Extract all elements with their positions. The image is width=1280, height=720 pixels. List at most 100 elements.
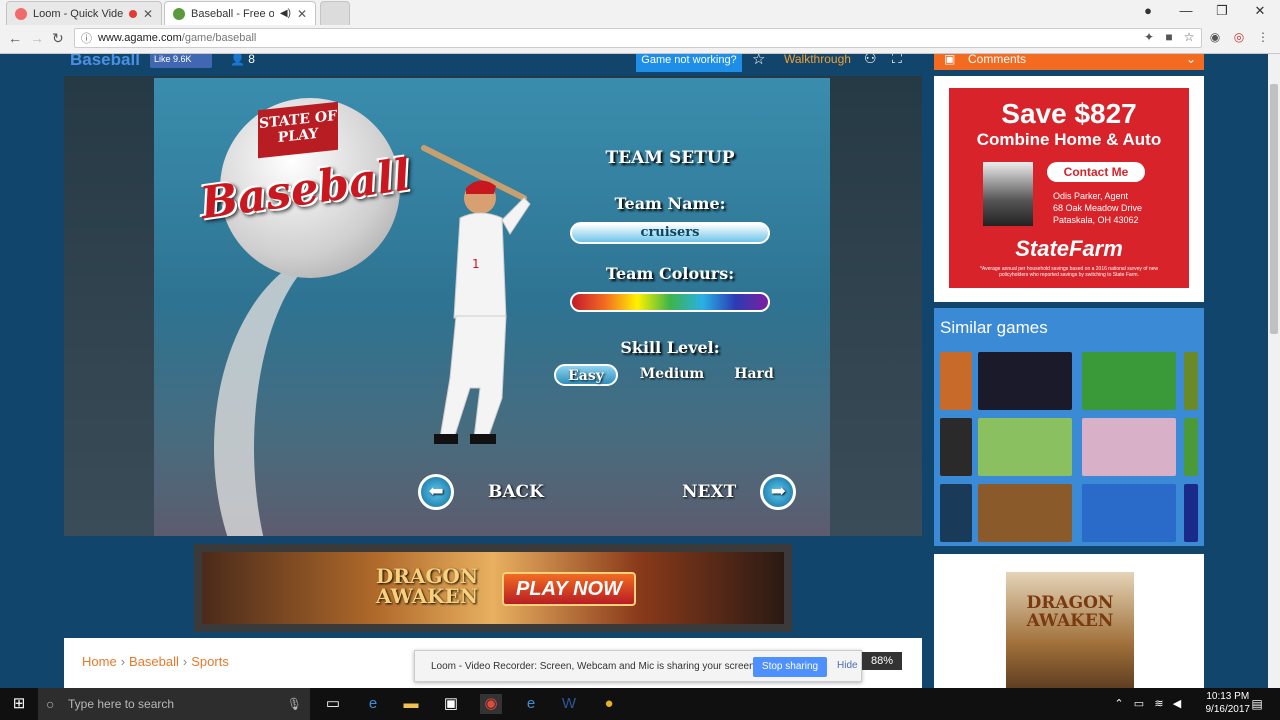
edge-icon[interactable]: e <box>362 694 384 714</box>
walkthrough-link[interactable]: Walkthrough <box>784 54 851 66</box>
statefarm-ad-box: Save $827 Combine Home & Auto Contact Me… <box>934 76 1204 302</box>
volume-icon[interactable]: ◀ <box>1166 694 1188 714</box>
similar-games-panel: Similar games <box>934 308 1204 546</box>
breadcrumb-home[interactable]: Home <box>82 654 117 669</box>
word-icon[interactable]: W <box>558 694 580 714</box>
team-name-input[interactable]: cruisers <box>570 222 770 244</box>
url-domain: www.agame.com <box>98 32 182 44</box>
store-icon[interactable]: ▣ <box>440 694 462 714</box>
microphone-icon[interactable]: 🎙 <box>287 688 302 720</box>
game-thumbnail[interactable] <box>1082 418 1176 476</box>
tab-loom[interactable]: Loom - Quick Videos ✕ <box>6 1 162 25</box>
scrollbar[interactable] <box>1268 54 1280 688</box>
ad-subheadline: Combine Home & Auto <box>976 130 1162 149</box>
close-icon[interactable]: ✕ <box>143 7 153 21</box>
agent-info: Odis Parker, Agent 68 Oak Meadow Drive P… <box>1053 190 1142 226</box>
loom-extension-icon[interactable]: ◎ <box>1232 30 1246 44</box>
info-icon[interactable]: ⓘ <box>81 30 92 46</box>
file-explorer-icon[interactable]: ▬ <box>400 694 422 714</box>
game-thumbnail[interactable] <box>978 352 1072 410</box>
loom-sharing-bar: Loom - Video Recorder: Screen, Webcam an… <box>414 650 862 682</box>
contact-me-button[interactable]: Contact Me <box>1047 162 1145 182</box>
search-placeholder: Type here to search <box>68 697 175 711</box>
game-title[interactable]: Baseball <box>70 54 140 70</box>
stop-sharing-button[interactable]: Stop sharing <box>753 657 827 677</box>
extension-icon[interactable]: ◉ <box>1208 30 1222 44</box>
batter-figure: 1 <box>421 145 531 444</box>
search-icon: ○ <box>46 696 55 712</box>
fullscreen-icon[interactable]: ⛶ <box>892 54 902 67</box>
agent-photo <box>983 162 1033 226</box>
hide-button[interactable]: Hide <box>837 660 858 671</box>
dragon-awaken-side-ad[interactable]: DRAGON AWAKEN <box>1006 572 1134 688</box>
star-icon[interactable]: ☆ <box>752 54 765 68</box>
game-canvas[interactable]: STATE OF PLAY Baseball 1 TEAM SETUP Team… <box>154 78 830 536</box>
app-icon[interactable]: ● <box>598 694 620 714</box>
chevron-up-icon[interactable]: ⌃ <box>1108 694 1130 714</box>
close-window-button[interactable]: ✕ <box>1250 3 1270 19</box>
restore-button[interactable]: ❐ <box>1212 3 1232 19</box>
gamepad-icon[interactable]: ⚇ <box>864 54 877 67</box>
tab-title: Loom - Quick Videos <box>33 7 123 20</box>
close-icon[interactable]: ✕ <box>297 7 307 21</box>
play-now-button[interactable]: PLAY NOW <box>502 572 636 606</box>
game-thumbnail[interactable] <box>978 484 1072 542</box>
game-thumbnail[interactable] <box>1184 484 1198 542</box>
team-colours-label: Team Colours: <box>605 264 735 283</box>
tab-title: Baseball - Free online <box>191 7 274 20</box>
audio-icon[interactable]: ◀) <box>280 8 291 19</box>
team-setup-title: TEAM SETUP <box>605 148 735 168</box>
network-icon[interactable]: ▭ <box>1128 694 1150 714</box>
chrome-icon[interactable]: ◉ <box>480 694 502 714</box>
fb-like-button[interactable]: Like 9.6K <box>150 54 212 68</box>
game-thumbnail[interactable] <box>978 418 1072 476</box>
game-stage: STATE OF PLAY Baseball 1 TEAM SETUP Team… <box>64 76 922 536</box>
address-bar[interactable]: ⓘ www.agame.com/game/baseball <box>74 28 1202 48</box>
task-view-icon[interactable]: ▭ <box>322 694 344 714</box>
team-colour-slider[interactable] <box>570 292 770 312</box>
game-not-working-button[interactable]: Game not working? <box>636 54 742 72</box>
clock[interactable]: 10:13 PM 9/16/2017 <box>1206 690 1251 716</box>
game-thumbnail[interactable] <box>1184 352 1198 410</box>
breadcrumb: Home › Baseball › Sports <box>82 654 229 669</box>
comments-bar[interactable]: Comments ▣ ⌄ <box>934 54 1204 70</box>
camera-icon[interactable]: ■ <box>1162 30 1176 44</box>
game-thumbnail[interactable] <box>1082 352 1176 410</box>
menu-icon[interactable]: ⋮ <box>1256 30 1270 44</box>
game-thumbnail[interactable] <box>1082 484 1176 542</box>
profile-icon[interactable]: ● <box>1138 3 1158 18</box>
breadcrumb-baseball[interactable]: Baseball <box>129 654 179 669</box>
next-label: NEXT <box>682 482 737 502</box>
similar-games-title: Similar games <box>940 318 1048 337</box>
notifications-icon[interactable]: ▤ <box>1246 694 1268 714</box>
clock-date: 9/16/2017 <box>1205 704 1251 715</box>
extension-icon[interactable]: ✦ <box>1142 30 1156 44</box>
skill-hard-button[interactable]: Hard <box>728 364 780 386</box>
tab-baseball[interactable]: Baseball - Free online ◀) ✕ <box>164 1 316 25</box>
taskbar: ⊞ ○ Type here to search 🎙 ▭ e ▬ ▣ ◉ e W ● … <box>0 688 1280 720</box>
skill-easy-button[interactable]: Easy <box>554 364 618 386</box>
forward-arrow-icon[interactable]: → <box>30 30 44 46</box>
scrollbar-thumb[interactable] <box>1270 84 1278 334</box>
statefarm-ad[interactable]: Save $827 Combine Home & Auto Contact Me… <box>949 88 1189 288</box>
skill-medium-button[interactable]: Medium <box>632 364 712 386</box>
game-thumbnail[interactable] <box>940 352 972 410</box>
page: Baseball Like 9.6K 👤 8 Game not working?… <box>0 54 1268 688</box>
back-arrow-icon[interactable]: ← <box>8 30 22 46</box>
next-button[interactable]: NEXT ➡ <box>682 474 802 510</box>
ie-icon[interactable]: e <box>520 694 542 714</box>
new-tab-button[interactable] <box>320 1 350 25</box>
game-thumbnail[interactable] <box>1184 418 1198 476</box>
game-thumbnail[interactable] <box>940 418 972 476</box>
windows-start-icon[interactable]: ⊞ <box>8 694 30 714</box>
dragon-awaken-banner[interactable]: DRAGON AWAKEN PLAY NOW <box>202 552 784 624</box>
back-button[interactable]: ⬅ BACK <box>418 474 548 510</box>
ad-headline: Save $827 <box>1001 98 1137 129</box>
star-icon[interactable]: ☆ <box>1182 30 1196 44</box>
taskbar-search[interactable]: ○ Type here to search 🎙 <box>38 688 310 720</box>
game-thumbnail[interactable] <box>940 484 972 542</box>
browser-chrome: Loom - Quick Videos ✕ Baseball - Free on… <box>0 0 1280 54</box>
breadcrumb-sports[interactable]: Sports <box>191 654 229 669</box>
reload-icon[interactable]: ↻ <box>52 30 64 47</box>
minimize-button[interactable]: — <box>1176 3 1196 18</box>
